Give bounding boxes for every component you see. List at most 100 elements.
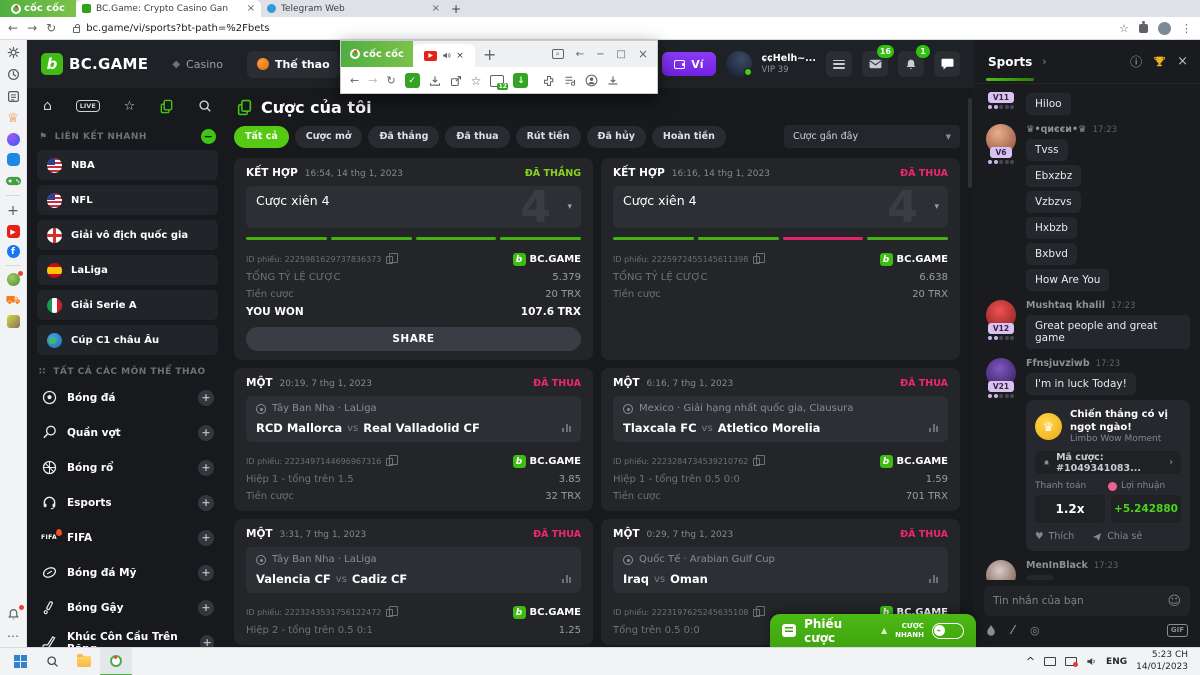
stats-icon[interactable] <box>929 575 938 583</box>
reading-list-icon[interactable] <box>6 89 21 104</box>
stats-icon[interactable] <box>562 424 571 432</box>
sidebar-item-icehockey[interactable]: Khúc Côn Cầu Trên Băng + <box>37 628 218 647</box>
playlist-icon[interactable] <box>564 75 576 87</box>
avatar[interactable] <box>986 560 1016 580</box>
emoji-icon[interactable]: ☺ <box>1167 594 1181 609</box>
match-box[interactable]: Tây Ban Nha · LaLiga Valencia CF vs Cadi… <box>246 547 581 593</box>
chat-rules-icon[interactable]: ⁄ <box>1012 623 1014 637</box>
expand-plus-icon[interactable]: + <box>198 530 214 546</box>
zalo-icon[interactable] <box>7 153 20 166</box>
tray-expand-icon[interactable]: ^ <box>1026 655 1035 668</box>
filter-all[interactable]: Tất cả <box>234 126 289 148</box>
expand-plus-icon[interactable]: + <box>198 565 214 581</box>
sidebar-item-nba[interactable]: NBA <box>37 150 218 180</box>
copy-icon[interactable] <box>753 458 760 466</box>
game-banner-thumbnail[interactable] <box>7 315 20 328</box>
live-icon[interactable]: LIVE <box>76 100 100 112</box>
sidebar-item-nfl[interactable]: NFL <box>37 185 218 215</box>
my-bets-icon[interactable] <box>159 99 174 114</box>
new-tab-button[interactable]: + <box>446 0 466 17</box>
coccoc-menu-button[interactable]: cốc cốc <box>341 41 413 67</box>
copy-icon[interactable] <box>386 609 393 617</box>
tab-telegram[interactable]: Telegram Web × <box>261 0 446 17</box>
minimize-icon[interactable]: − <box>596 49 604 60</box>
chat-info-icon[interactable]: ⓘ <box>1130 53 1142 70</box>
pull-tab-icon[interactable]: ← <box>576 49 584 60</box>
forward-icon[interactable]: → <box>368 74 377 87</box>
wallet-button[interactable]: Ví <box>662 52 715 76</box>
reload-icon[interactable]: ↻ <box>386 74 395 87</box>
save-media-icon[interactable] <box>429 75 441 87</box>
mail-button[interactable]: 16 <box>862 51 888 77</box>
nav-casino[interactable]: ◆ Casino <box>162 51 233 78</box>
history-icon[interactable] <box>6 67 21 82</box>
crown-hot-icon[interactable]: ♕ <box>6 111 21 126</box>
add-shortcut-icon[interactable]: + <box>6 203 21 218</box>
sidebar-item-esports[interactable]: Esports + <box>37 488 218 517</box>
chat-message-input[interactable]: Tin nhắn của bạn ☺ <box>984 586 1190 616</box>
search-icon[interactable] <box>198 99 212 113</box>
volume-icon[interactable] <box>1086 656 1097 667</box>
like-button[interactable]: ♥Thích <box>1035 531 1074 542</box>
filter-refund[interactable]: Hoàn tiền <box>652 126 726 148</box>
football-news-icon[interactable] <box>7 273 20 286</box>
sort-dropdown[interactable]: Cược gần đây ▼ <box>784 125 960 148</box>
maximize-icon[interactable]: □ <box>616 49 625 60</box>
expand-plus-icon[interactable]: + <box>200 635 214 648</box>
games-icon[interactable] <box>6 173 21 188</box>
rain-drop-icon[interactable] <box>986 624 996 636</box>
safe-browsing-icon[interactable]: ✓ <box>405 73 420 88</box>
sidebar-item-football[interactable]: Bóng đá + <box>37 383 218 412</box>
dart-icon[interactable]: ◎ <box>1030 624 1040 637</box>
screenshot-tool-icon[interactable]: ⌕ <box>552 49 564 59</box>
scrollbar[interactable] <box>966 88 974 647</box>
address-bar[interactable]: bc.game/vi/sports?bt-path=%2Fbets <box>65 20 1110 36</box>
match-box[interactable]: Quốc Tế · Arabian Gulf Cup Iraq vs Oman <box>613 547 948 593</box>
stats-icon[interactable] <box>562 575 571 583</box>
sidebar-item-championsleague[interactable]: Cúp C1 châu Âu <box>37 325 218 355</box>
language-indicator[interactable]: ENG <box>1106 657 1127 667</box>
extensions-icon[interactable] <box>1139 24 1148 33</box>
chat-username[interactable]: ♛•qиєєи•♛ <box>1026 124 1087 135</box>
notifications-button[interactable]: 1 <box>898 51 924 77</box>
expand-plus-icon[interactable]: + <box>198 460 214 476</box>
chat-username[interactable]: Mushtaq khalil <box>1026 300 1105 311</box>
chat-room-tab[interactable]: Sports <box>986 43 1034 81</box>
notification-bell-icon[interactable] <box>6 607 21 622</box>
bet-selection[interactable]: Cược xiên 4 4 ▾ <box>246 186 581 228</box>
copy-icon[interactable] <box>386 256 393 264</box>
betslip-bar[interactable]: Phiếu cược ▲ CƯỢCNHANH ⌁ <box>770 614 976 647</box>
speaker-icon[interactable] <box>442 51 451 60</box>
match-box[interactable]: Mexico · Giải hạng nhất quốc gia, Clausu… <box>613 396 948 442</box>
expand-caret-icon[interactable]: ▾ <box>934 202 939 212</box>
filter-cashout[interactable]: Rút tiền <box>516 126 581 148</box>
youtube-icon[interactable]: ▶ <box>7 225 20 238</box>
bet-menu-button[interactable] <box>826 51 852 77</box>
sidebar-item-tennis[interactable]: Quần vợt + <box>37 418 218 447</box>
expand-plus-icon[interactable]: + <box>198 390 214 406</box>
bet-selection[interactable]: Cược xiên 4 4 ▾ <box>613 186 948 228</box>
close-icon[interactable]: × <box>432 3 440 14</box>
chat-username[interactable]: MenInBlack <box>1026 560 1088 571</box>
clock[interactable]: 5:23 CH14/01/2023 <box>1136 650 1188 673</box>
sidebar-item-seriea[interactable]: Giải Serie A <box>37 290 218 320</box>
share-button[interactable]: SHARE <box>246 327 581 351</box>
share-button[interactable]: Chia sẻ <box>1092 531 1142 542</box>
collapse-button[interactable]: − <box>201 129 216 144</box>
forward-icon[interactable]: → <box>27 22 37 34</box>
expand-plus-icon[interactable]: + <box>198 495 214 511</box>
display-alert-icon[interactable] <box>1065 657 1077 666</box>
stats-icon[interactable] <box>929 424 938 432</box>
download-manager-icon[interactable]: ↓ <box>513 73 528 88</box>
expand-plus-icon[interactable]: + <box>198 425 214 441</box>
settings-gear-icon[interactable] <box>6 45 21 60</box>
chat-toggle-button[interactable] <box>934 51 960 77</box>
taskbar-search-button[interactable] <box>36 648 68 675</box>
mini-browser-window[interactable]: cốc cốc ▶ × + ⌕ ← − □ × ← → ↻ ✓ <box>340 40 658 94</box>
bookmark-star-icon[interactable]: ☆ <box>1119 22 1129 35</box>
quick-bet-toggle[interactable]: ⌁ <box>932 623 964 639</box>
downloads-tray-icon[interactable] <box>607 75 619 87</box>
sidebar-item-laliga[interactable]: LaLiga <box>37 255 218 285</box>
mini-youtube-tab[interactable]: ▶ × <box>413 44 475 67</box>
browser-menu-icon[interactable]: ⋮ <box>1181 22 1192 35</box>
